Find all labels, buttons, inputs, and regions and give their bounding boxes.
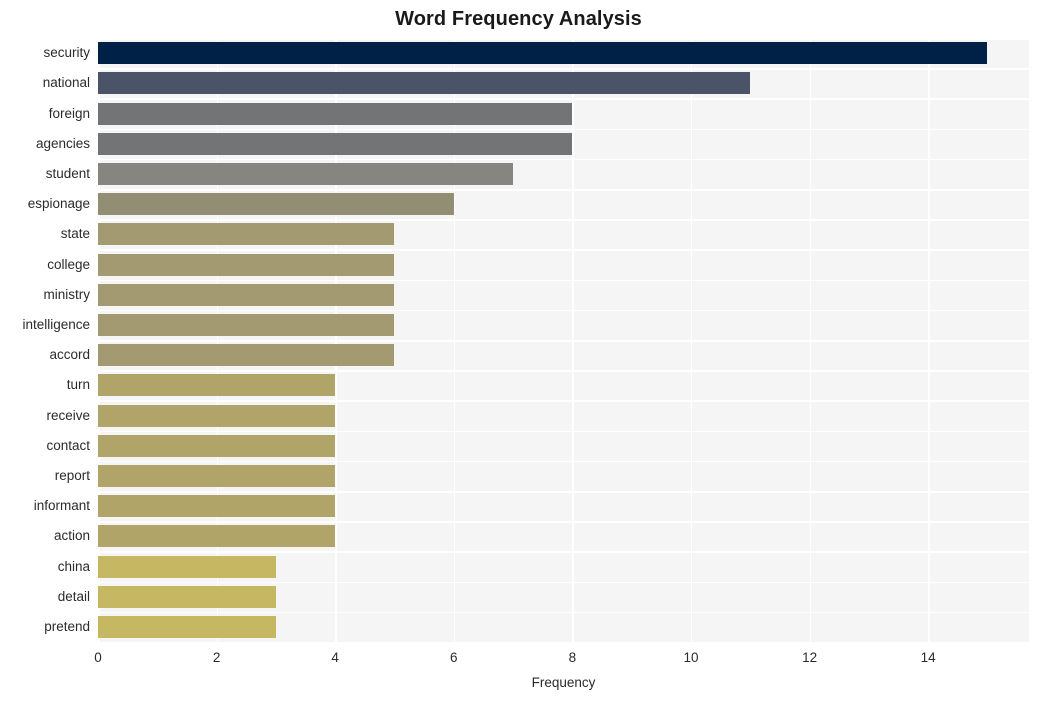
- bar-turn[interactable]: [98, 374, 336, 397]
- bar-action[interactable]: [98, 525, 336, 548]
- gridline-horizontal: [98, 521, 1029, 523]
- bar-informant[interactable]: [98, 495, 336, 518]
- y-tick-label-receive: receive: [46, 407, 90, 423]
- gridline-horizontal: [98, 249, 1029, 251]
- y-tick-label-student: student: [45, 165, 90, 181]
- y-tick-label-action: action: [53, 528, 90, 544]
- bar-china[interactable]: [98, 555, 276, 578]
- gridline-horizontal: [98, 219, 1029, 221]
- y-tick-label-security: security: [43, 45, 90, 61]
- y-tick-label-report: report: [54, 467, 90, 483]
- gridline-horizontal: [98, 128, 1029, 131]
- bar-pretend[interactable]: [98, 615, 276, 638]
- bar-national[interactable]: [98, 72, 751, 95]
- y-tick-label-detail: detail: [57, 588, 90, 604]
- y-tick-label-espionage: espionage: [27, 196, 90, 212]
- gridline-horizontal: [98, 38, 1029, 40]
- y-tick-label-turn: turn: [66, 377, 90, 393]
- bar-intelligence[interactable]: [98, 313, 395, 336]
- gridline-horizontal: [98, 309, 1029, 312]
- y-tick-label-informant: informant: [33, 498, 90, 514]
- gridline-horizontal: [98, 158, 1029, 161]
- x-axis-title: Frequency: [531, 675, 596, 690]
- plot-area: [98, 38, 1029, 644]
- y-tick-label-agencies: agencies: [35, 135, 90, 151]
- y-tick-label-state: state: [60, 226, 90, 242]
- bar-report[interactable]: [98, 464, 336, 487]
- bar-state[interactable]: [98, 223, 395, 246]
- gridline-horizontal: [98, 460, 1029, 463]
- word-frequency-chart: Word Frequency Analysis security national…: [0, 0, 1037, 701]
- gridline-horizontal: [98, 68, 1029, 70]
- y-tick-label-national: national: [42, 75, 90, 91]
- x-tick-label-10: 10: [683, 650, 699, 665]
- y-tick-label-foreign: foreign: [48, 105, 90, 121]
- bar-detail[interactable]: [98, 585, 276, 608]
- x-tick-label-6: 6: [450, 650, 458, 665]
- gridline-horizontal: [98, 279, 1029, 282]
- gridline-horizontal: [98, 611, 1029, 614]
- bar-receive[interactable]: [98, 404, 336, 427]
- bar-college[interactable]: [98, 253, 395, 276]
- y-tick-label-college: college: [47, 256, 90, 272]
- gridline-horizontal: [98, 340, 1029, 342]
- bar-ministry[interactable]: [98, 283, 395, 306]
- gridline-horizontal: [98, 581, 1029, 584]
- x-tick-label-8: 8: [568, 650, 577, 665]
- x-tick-label-14: 14: [920, 650, 936, 665]
- bar-foreign[interactable]: [98, 102, 573, 125]
- gridline-horizontal: [98, 400, 1029, 402]
- gridline-horizontal: [98, 98, 1029, 100]
- bar-contact[interactable]: [98, 434, 336, 457]
- y-tick-label-contact: contact: [46, 437, 90, 453]
- x-tick-label-12: 12: [802, 650, 818, 665]
- y-tick-label-ministry: ministry: [43, 286, 91, 302]
- y-tick-label-intelligence: intelligence: [22, 316, 90, 332]
- x-tick-label-0: 0: [94, 650, 102, 665]
- bar-accord[interactable]: [98, 344, 395, 367]
- gridline-horizontal: [98, 189, 1029, 191]
- gridline-horizontal: [98, 430, 1029, 433]
- y-tick-label-accord: accord: [49, 347, 90, 363]
- chart-title: Word Frequency Analysis: [395, 8, 642, 30]
- y-tick-label-china: china: [57, 558, 90, 574]
- bar-student[interactable]: [98, 162, 514, 185]
- gridline-horizontal: [98, 491, 1029, 493]
- bar-security[interactable]: [98, 42, 988, 65]
- bar-agencies[interactable]: [98, 132, 573, 155]
- x-tick-label-4: 4: [331, 650, 339, 665]
- x-tick-label-2: 2: [212, 650, 221, 665]
- gridline-horizontal: [98, 551, 1029, 553]
- gridline-horizontal: [98, 370, 1029, 372]
- bar-espionage[interactable]: [98, 193, 454, 216]
- y-tick-label-pretend: pretend: [44, 618, 90, 634]
- gridline-horizontal: [98, 642, 1029, 644]
